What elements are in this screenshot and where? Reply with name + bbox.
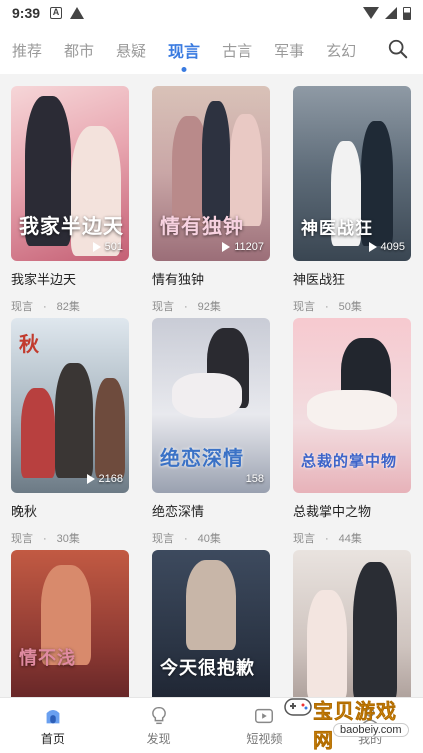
warning-icon <box>70 7 85 19</box>
drama-card[interactable]: 我家半边天 501 我家半边天 现言 · 82集 <box>11 86 129 318</box>
drama-meta: 现言 · 50集 <box>293 301 362 313</box>
nav-home[interactable]: 首页 <box>0 698 106 753</box>
play-icon <box>86 474 95 484</box>
drama-title[interactable]: 绝恋深情 <box>152 501 270 520</box>
watermark-url: baobeiy.com <box>333 723 409 737</box>
poster-figure <box>95 378 125 478</box>
view-count: 11207 <box>222 241 264 253</box>
poster-title: 绝恋深情 <box>160 448 244 470</box>
poster-title: 我家半边天 <box>19 216 124 238</box>
poster-image[interactable]: 秋 2168 <box>11 318 129 493</box>
notification-a-icon: A <box>50 7 63 19</box>
nav-label: 发现 <box>146 731 171 746</box>
poster-image[interactable]: 总裁的掌中物 <box>293 318 411 493</box>
watermark: 宝贝游戏网 baobeiy.com <box>283 689 413 752</box>
category-tabs: 推荐 都市 悬疑 现言 古言 军事 玄幻 <box>0 26 423 74</box>
drama-card[interactable]: 绝恋深情 158 绝恋深情 现言 · 40集 <box>152 318 270 550</box>
drama-meta: 现言 · 44集 <box>293 533 362 545</box>
bulb-icon <box>151 706 166 724</box>
tab-ancient-romance[interactable]: 古言 <box>222 40 252 61</box>
gamepad-icon <box>284 698 312 716</box>
wifi-icon <box>363 7 379 19</box>
tab-urban[interactable]: 都市 <box>64 40 94 61</box>
drama-card[interactable]: 秋 2168 晚秋 现言 · 30集 <box>11 318 129 550</box>
drama-card[interactable]: 情有独钟 11207 情有独钟 现言 · 92集 <box>152 86 270 318</box>
status-time: 9:39 <box>12 5 41 21</box>
drama-card[interactable]: 总裁的掌中物 总裁掌中之物 现言 · 44集 <box>293 318 411 550</box>
poster-figure <box>307 390 397 430</box>
drama-meta: 现言 · 40集 <box>152 533 221 545</box>
nav-label: 短视频 <box>246 731 283 746</box>
tab-military[interactable]: 军事 <box>274 40 304 61</box>
play-icon <box>92 242 101 252</box>
poster-figure <box>55 363 93 478</box>
view-count: 501 <box>92 241 123 253</box>
poster-figure <box>172 373 242 418</box>
poster-figure <box>202 101 230 221</box>
poster-image[interactable]: 情不浅 <box>11 550 129 710</box>
poster-title: 总裁的掌中物 <box>301 453 398 470</box>
poster-image[interactable] <box>293 550 411 710</box>
drama-grid: 我家半边天 501 我家半边天 现言 · 82集 情有独钟 11207 情有独钟 现… <box>11 86 413 753</box>
poster-figure <box>186 560 236 650</box>
tab-recommend[interactable]: 推荐 <box>12 40 42 61</box>
view-count: 158 <box>245 473 264 485</box>
drama-title[interactable]: 总裁掌中之物 <box>293 501 411 520</box>
nav-label: 首页 <box>40 731 65 746</box>
view-count: 2168 <box>86 473 123 485</box>
play-icon <box>222 242 231 252</box>
view-count: 4095 <box>368 241 405 253</box>
poster-image[interactable]: 我家半边天 501 <box>11 86 129 261</box>
poster-title: 今天很抱歉 <box>160 658 255 678</box>
poster-figure <box>21 388 55 478</box>
poster-image[interactable]: 绝恋深情 158 <box>152 318 270 493</box>
poster-title: 情有独钟 <box>160 216 244 238</box>
poster-figure <box>353 562 397 702</box>
drama-title[interactable]: 晚秋 <box>11 501 129 520</box>
drama-meta: 现言 · 30集 <box>11 533 80 545</box>
video-icon <box>255 708 274 723</box>
tab-modern-romance[interactable]: 现言 <box>168 38 200 62</box>
poster-image[interactable]: 神医战狂 4095 <box>293 86 411 261</box>
battery-icon <box>403 6 411 20</box>
signal-icon <box>385 7 397 19</box>
tab-suspense[interactable]: 悬疑 <box>116 40 146 61</box>
status-bar: 9:39 A <box>0 0 423 26</box>
drama-title[interactable]: 我家半边天 <box>11 269 129 288</box>
poster-title: 神医战狂 <box>301 219 373 238</box>
poster-figure <box>307 590 347 700</box>
drama-title[interactable]: 情有独钟 <box>152 269 270 288</box>
drama-title[interactable]: 神医战狂 <box>293 269 411 288</box>
play-icon <box>368 242 377 252</box>
poster-title: 秋 <box>19 334 40 356</box>
nav-discover[interactable]: 发现 <box>106 698 212 753</box>
poster-image[interactable]: 今天很抱歉 <box>152 550 270 710</box>
poster-image[interactable]: 情有独钟 11207 <box>152 86 270 261</box>
tab-fantasy[interactable]: 玄幻 <box>326 40 356 61</box>
search-icon[interactable] <box>387 38 409 60</box>
drama-meta: 现言 · 92集 <box>152 301 221 313</box>
drama-card[interactable]: 神医战狂 4095 神医战狂 现言 · 50集 <box>293 86 411 318</box>
poster-title: 情不浅 <box>19 648 76 668</box>
drama-meta: 现言 · 82集 <box>11 301 80 313</box>
home-icon <box>46 709 60 723</box>
